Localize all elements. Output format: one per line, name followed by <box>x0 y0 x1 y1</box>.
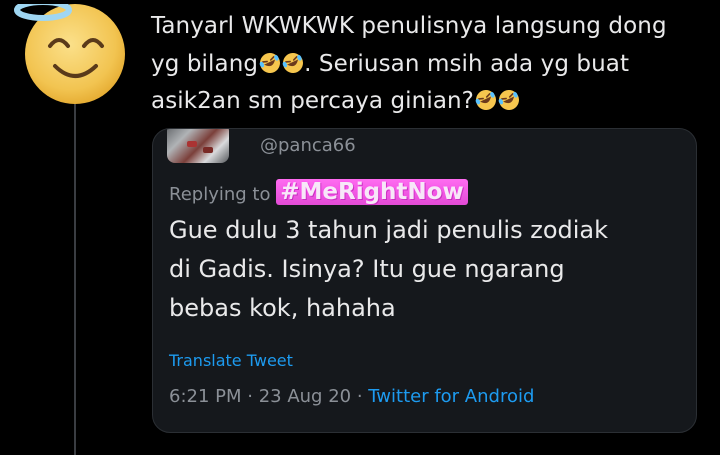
replying-prefix: Replying to <box>169 184 271 205</box>
tweet-time[interactable]: 6:21 PM <box>169 386 242 407</box>
quoted-tweet-card[interactable]: @panca66 Replying to #MeRightNow Gue dul… <box>152 128 697 433</box>
reply-text-line-1: Tanyarl WKWKWK penulisnya langsung dong <box>151 13 667 39</box>
meta-separator: · <box>241 386 259 407</box>
reply-tweet-text: Tanyarl WKWKWK penulisnya langsung dong … <box>151 8 711 121</box>
quoted-handle[interactable]: @panca66 <box>260 135 356 156</box>
meta-separator: · <box>351 386 369 407</box>
rolling-on-floor-laughing-icon <box>282 52 304 73</box>
quoted-tweet-text: Gue dulu 3 tahun jadi penulis zodiak di … <box>169 216 609 322</box>
reply-text-line-2a: yg bilang <box>151 50 259 77</box>
quoted-avatar[interactable] <box>167 129 229 163</box>
tweet-source-link[interactable]: Twitter for Android <box>368 386 534 407</box>
tweet-date[interactable]: 23 Aug 20 <box>259 386 351 407</box>
tweet-meta: 6:21 PM · 23 Aug 20 · Twitter for Androi… <box>169 386 534 407</box>
thread-connector-line <box>74 95 76 455</box>
replying-to-line: Replying to #MeRightNow <box>169 179 468 206</box>
reply-text-line-3a: asik2an sm percaya ginian? <box>151 88 474 114</box>
rolling-on-floor-laughing-icon <box>498 90 519 110</box>
translate-tweet-link[interactable]: Translate Tweet <box>169 351 293 370</box>
smiling-face-with-halo-icon[interactable] <box>12 4 136 104</box>
replying-hashtag-link[interactable]: #MeRightNow <box>276 179 468 205</box>
reply-text-line-2b: . Seriusan msih ada yg buat <box>304 50 630 77</box>
rolling-on-floor-laughing-icon <box>475 90 496 110</box>
rolling-on-floor-laughing-icon <box>259 52 281 73</box>
